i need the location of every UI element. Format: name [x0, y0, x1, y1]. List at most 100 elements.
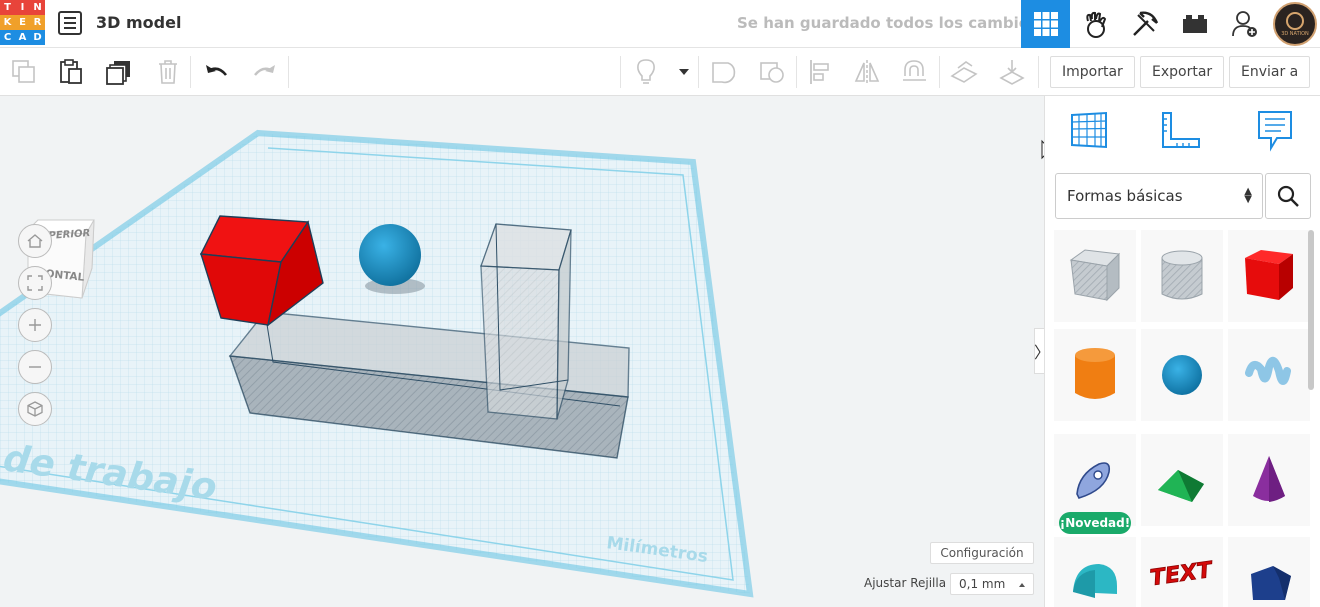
grid-view-icon [1033, 12, 1058, 36]
workplane-button[interactable] [948, 56, 980, 88]
mirror-icon [854, 60, 880, 84]
box-hole-icon [1069, 249, 1121, 302]
group-icon [712, 62, 736, 84]
tinkercad-logo[interactable]: TINKERCAD [0, 0, 46, 46]
logo-letter: C [0, 30, 15, 45]
settings-button[interactable]: Configuración [930, 542, 1034, 564]
duplicate-button[interactable] [103, 56, 135, 88]
notes-tool-button[interactable] [1253, 108, 1297, 152]
snap-grid-select[interactable]: 0,1 mm [950, 573, 1034, 595]
shape-category-select[interactable]: Formas básicas ▲ ▼ [1055, 173, 1263, 219]
text-shape-label: TEXT [1149, 558, 1216, 592]
top-header: TINKERCAD 3D model Se han guardado todos… [0, 0, 1320, 48]
light-button[interactable] [630, 56, 662, 88]
toolbar-separator [796, 56, 797, 88]
align-button[interactable] [804, 56, 836, 88]
paste-icon [60, 59, 82, 84]
avatar-ring-icon [1286, 11, 1304, 30]
pickaxe-icon [1132, 11, 1158, 36]
lightbulb-icon [637, 59, 655, 84]
ungroup-button[interactable] [756, 56, 788, 88]
toolbar-separator [288, 56, 289, 88]
workplane-icon [950, 61, 978, 83]
shape-text[interactable]: TEXT [1141, 537, 1223, 607]
fit-view-button[interactable] [18, 266, 52, 300]
undo-icon [206, 65, 228, 76]
plus-icon [29, 319, 41, 331]
ruler-button[interactable] [996, 56, 1028, 88]
redo-icon [254, 65, 275, 76]
fit-icon [27, 275, 43, 291]
search-icon [1277, 185, 1299, 207]
3d-viewport[interactable]: de trabajo Milímetros SUPERIOR FRONTAL [0, 96, 1044, 607]
shape-cylinder[interactable] [1054, 329, 1136, 421]
red-box-icon [1245, 250, 1293, 300]
logo-letter: R [30, 15, 45, 30]
logo-letter: D [30, 30, 45, 45]
shape-cone[interactable] [1228, 434, 1310, 526]
logo-letter: K [0, 15, 15, 30]
shape-scribble[interactable] [1228, 329, 1310, 421]
paste-button[interactable] [55, 56, 87, 88]
import-button[interactable]: Importar [1050, 56, 1135, 88]
cruise-button[interactable] [898, 56, 930, 88]
group-button[interactable] [708, 56, 740, 88]
add-user-icon [1231, 11, 1257, 37]
logo-letter: E [15, 15, 30, 30]
bricks-view-button[interactable] [1170, 0, 1219, 48]
magnet-icon [903, 60, 926, 81]
zoom-in-button[interactable] [18, 308, 52, 342]
export-button[interactable]: Exportar [1140, 56, 1225, 88]
redo-button[interactable] [248, 56, 280, 88]
save-status: Se han guardado todos los cambios. [737, 14, 1044, 32]
shape-roof[interactable] [1141, 434, 1223, 526]
orange-cylinder-icon [1075, 348, 1115, 399]
snap-grid-value: 0,1 mm [959, 577, 1006, 591]
toolbar-separator [190, 56, 191, 88]
send-to-button[interactable]: Enviar a [1229, 56, 1311, 88]
copy-button[interactable] [8, 56, 40, 88]
toolbar-separator [620, 56, 621, 88]
shape-box[interactable] [1228, 230, 1310, 322]
logo-letter: A [15, 30, 30, 45]
grid-plane-icon [1071, 111, 1107, 149]
toolbar-separator [698, 56, 699, 88]
snap-grid-label: Ajustar Rejilla [864, 576, 947, 590]
polygon-icon [1251, 566, 1291, 600]
minecraft-view-button[interactable] [1120, 0, 1169, 48]
sim-lab-button[interactable] [1071, 0, 1120, 48]
cylinder-hole-icon [1161, 250, 1203, 300]
design-list-icon[interactable] [58, 11, 82, 35]
home-view-button[interactable] [18, 224, 52, 258]
ortho-view-button[interactable] [18, 392, 52, 426]
toolbar-separator [1038, 56, 1039, 88]
edit-toolbar: Importar Exportar Enviar a [0, 48, 1320, 96]
copy-icon [12, 60, 35, 83]
invite-button[interactable] [1220, 0, 1269, 48]
drop-icon [999, 60, 1025, 85]
workplane-tool-button[interactable] [1067, 108, 1111, 152]
logo-letter: I [15, 0, 30, 15]
design-title[interactable]: 3D model [96, 13, 181, 32]
user-avatar[interactable]: 3D NATION [1273, 2, 1317, 46]
toolbar-separator [939, 56, 940, 88]
shape-polygon[interactable] [1228, 537, 1310, 607]
undo-button[interactable] [201, 56, 233, 88]
mirror-button[interactable] [851, 56, 883, 88]
roof-icon [1158, 470, 1204, 502]
duplicate-icon [106, 61, 130, 85]
shape-half-cylinder[interactable] [1054, 537, 1136, 607]
cube-icon [27, 401, 43, 417]
zoom-out-button[interactable] [18, 350, 52, 384]
scribble-icon [1245, 357, 1291, 385]
shape-cylinder-hole[interactable] [1141, 230, 1223, 322]
shape-sphere[interactable] [1141, 329, 1223, 421]
light-dropdown[interactable] [668, 56, 700, 88]
delete-button[interactable] [152, 56, 184, 88]
ruler-tool-button[interactable] [1159, 108, 1203, 152]
shape-box-hole[interactable] [1054, 230, 1136, 322]
3d-view-button[interactable] [1021, 0, 1070, 48]
shape-category-value: Formas básicas [1067, 187, 1183, 205]
panel-scrollbar[interactable] [1308, 230, 1314, 390]
shape-search-button[interactable] [1265, 173, 1311, 219]
